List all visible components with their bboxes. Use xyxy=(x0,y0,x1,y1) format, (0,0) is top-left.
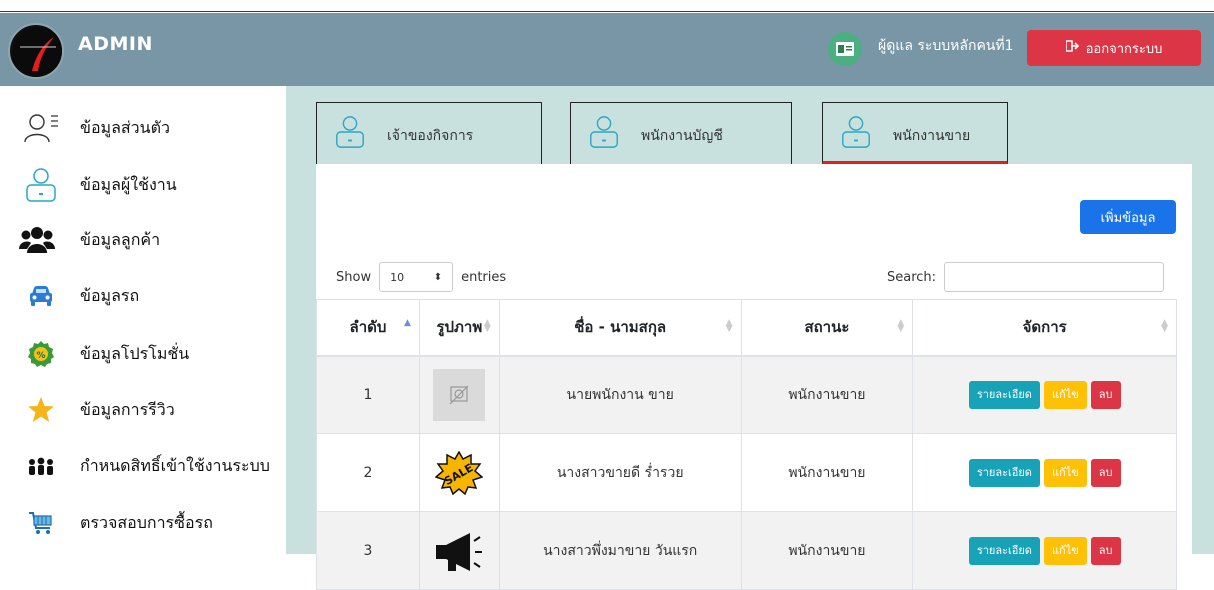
megaphone-icon xyxy=(433,525,485,577)
table-row: 2 SALE นางสาวขายดี ร่ำรวย พนักงานขาย ราย… xyxy=(316,433,1177,512)
profile-outline-icon xyxy=(22,109,60,147)
sidebar-item-label: ข้อมูลโปรโมชั่น xyxy=(80,343,190,363)
edit-button[interactable]: แก้ไข xyxy=(1043,536,1087,565)
sidebar-item-reviews[interactable]: ข้อมูลการรีวิว xyxy=(0,385,286,435)
sidebar-item-label: ข้อมูลลูกค้า xyxy=(80,229,161,249)
detail-button[interactable]: รายละเอียด xyxy=(968,536,1040,565)
user-laptop-icon xyxy=(587,115,621,149)
row-image xyxy=(418,355,500,434)
row-name: นางสาวพึ่งมาขาย วันแรก xyxy=(498,511,742,590)
sign-out-icon xyxy=(1064,40,1080,56)
user-name: ผู้ดูแล ระบบหลักคนที่1 xyxy=(878,38,1014,54)
row-status: พนักงานขาย xyxy=(740,355,914,434)
entries-select[interactable]: 10 ⬍ xyxy=(379,262,454,292)
svg-text:%: % xyxy=(36,351,45,361)
search-box: Search: xyxy=(887,262,1165,292)
row-name: นางสาวขายดี ร่ำรวย xyxy=(498,433,742,512)
sidebar-item-customers[interactable]: ข้อมูลลูกค้า xyxy=(0,215,286,265)
detail-button[interactable]: รายละเอียด xyxy=(968,380,1040,409)
sale-badge-icon: SALE xyxy=(433,447,485,499)
tab-label: เจ้าของกิจการ xyxy=(387,128,474,144)
users-group-icon xyxy=(18,221,56,259)
sort-arrows-icon: ⬍ xyxy=(433,271,443,283)
brand-title: ADMIN xyxy=(78,33,153,55)
sidebar-item-label: กำหนดสิทธิ์เข้าใช้งานระบบ xyxy=(80,455,270,475)
table-row: 1 นายพนักงาน ขาย พนักงานขาย รายละเอียด แก… xyxy=(316,355,1177,434)
sidebar-item-purchases[interactable]: ตรวจสอบการซื้อรถ xyxy=(0,498,286,548)
main-content: เจ้าของกิจการ พนักงานบัญชี พนักงานขาย เพ… xyxy=(286,86,1214,590)
search-input[interactable] xyxy=(944,262,1165,292)
delete-button[interactable]: ลบ xyxy=(1090,380,1121,409)
logout-label: ออกจากระบบ xyxy=(1085,41,1163,57)
row-status: พนักงานขาย xyxy=(740,511,914,590)
sort-icon: ▲ ▼ xyxy=(725,318,733,334)
shopping-cart-icon xyxy=(22,504,60,542)
detail-button[interactable]: รายละเอียด xyxy=(968,458,1040,487)
add-button[interactable]: เพิ่มข้อมูล xyxy=(1080,200,1176,234)
show-entries: Show 10 ⬍ entries xyxy=(336,262,506,292)
row-number: 2 xyxy=(316,433,420,512)
sidebar-item-label: ข้อมูลการรีวิว xyxy=(80,399,175,419)
row-actions: รายละเอียด แก้ไข ลบ xyxy=(912,433,1177,512)
sidebar-item-promotions[interactable]: % ข้อมูลโปรโมชั่น xyxy=(0,329,286,379)
discount-badge-icon: % xyxy=(22,335,60,373)
row-name: นายพนักงาน ขาย xyxy=(498,355,742,434)
logo xyxy=(8,23,64,79)
row-actions: รายละเอียด แก้ไข ลบ xyxy=(912,511,1177,590)
row-image xyxy=(418,511,500,590)
user-laptop-icon xyxy=(333,115,367,149)
data-panel: เพิ่มข้อมูล Show 10 ⬍ entries Search: ลำ… xyxy=(316,164,1192,590)
sidebar-item-label: ข้อมูลผู้ใช้งาน xyxy=(80,174,177,194)
user-laptop-icon xyxy=(839,115,873,149)
entries-value: 10 xyxy=(390,270,405,284)
sidebar-item-label: ตรวจสอบการซื้อรถ xyxy=(80,512,213,532)
edit-button[interactable]: แก้ไข xyxy=(1043,380,1087,409)
sidebar-item-profile[interactable]: ข้อมูลส่วนตัว xyxy=(0,103,286,153)
column-header-name[interactable]: ชื่อ - นามสกุล ▲ ▼ xyxy=(498,299,742,357)
no-image-placeholder-icon xyxy=(433,368,486,421)
column-header-actions[interactable]: จัดการ ▲ ▼ xyxy=(912,299,1177,357)
car-icon xyxy=(22,277,60,315)
row-status: พนักงานขาย xyxy=(740,433,914,512)
user-card-icon xyxy=(828,32,862,66)
delete-button[interactable]: ลบ xyxy=(1090,458,1121,487)
people-permissions-icon xyxy=(22,447,60,485)
row-actions: รายละเอียด แก้ไข ลบ xyxy=(912,355,1177,434)
sort-icon: ▲ xyxy=(403,318,411,328)
show-label: Show xyxy=(336,269,372,285)
delete-button[interactable]: ลบ xyxy=(1090,536,1121,565)
column-header-no[interactable]: ลำดับ ▲ xyxy=(316,299,420,357)
top-header: ADMIN ผู้ดูแล ระบบหลักคนที่1 ออกจากระบบ xyxy=(0,13,1214,86)
star-icon xyxy=(22,391,60,429)
row-image: SALE xyxy=(418,433,500,512)
row-number: 3 xyxy=(316,511,420,590)
sidebar-item-label: ข้อมูลส่วนตัว xyxy=(80,117,170,137)
sidebar-item-cars[interactable]: ข้อมูลรถ xyxy=(0,271,286,321)
edit-button[interactable]: แก้ไข xyxy=(1043,458,1087,487)
search-label: Search: xyxy=(887,269,937,285)
logout-button[interactable]: ออกจากระบบ xyxy=(1027,30,1201,66)
column-header-status[interactable]: สถานะ ▲ ▼ xyxy=(740,299,914,357)
sidebar-item-label: ข้อมูลรถ xyxy=(80,285,140,305)
tab-label: พนักงานบัญชี xyxy=(641,128,723,144)
column-header-image[interactable]: รูปภาพ ▲ ▼ xyxy=(418,299,500,357)
tab-owner[interactable]: เจ้าของกิจการ xyxy=(316,102,542,164)
entries-label: entries xyxy=(461,269,507,285)
sort-icon: ▲ ▼ xyxy=(897,318,905,334)
sidebar-item-users[interactable]: ข้อมูลผู้ใช้งาน xyxy=(0,160,286,210)
tab-accountant[interactable]: พนักงานบัญชี xyxy=(570,102,792,164)
sidebar: ข้อมูลส่วนตัว ข้อมูลผู้ใช้งาน ข้อมูลลูกค… xyxy=(0,86,286,554)
sort-icon: ▲ ▼ xyxy=(1161,318,1168,334)
row-number: 1 xyxy=(316,355,420,434)
table-row: 3 นางสาวพึ่งมาขาย วันแรก พนักงานขาย รายล… xyxy=(316,511,1177,590)
table-header-row: ลำดับ ▲ รูปภาพ ▲ ▼ ชื่อ - นามสกุล ▲ ▼ สถานะ ▲ ▼… xyxy=(316,299,1177,357)
top-border xyxy=(0,0,1214,12)
sidebar-item-permissions[interactable]: กำหนดสิทธิ์เข้าใช้งานระบบ xyxy=(0,441,286,491)
staff-table: ลำดับ ▲ รูปภาพ ▲ ▼ ชื่อ - นามสกุล ▲ ▼ สถานะ ▲ ▼… xyxy=(316,299,1177,590)
tab-sales[interactable]: พนักงานขาย xyxy=(822,102,1008,164)
sort-icon: ▲ ▼ xyxy=(483,318,491,334)
tab-label: พนักงานขาย xyxy=(893,128,971,144)
user-laptop-icon xyxy=(22,166,60,204)
